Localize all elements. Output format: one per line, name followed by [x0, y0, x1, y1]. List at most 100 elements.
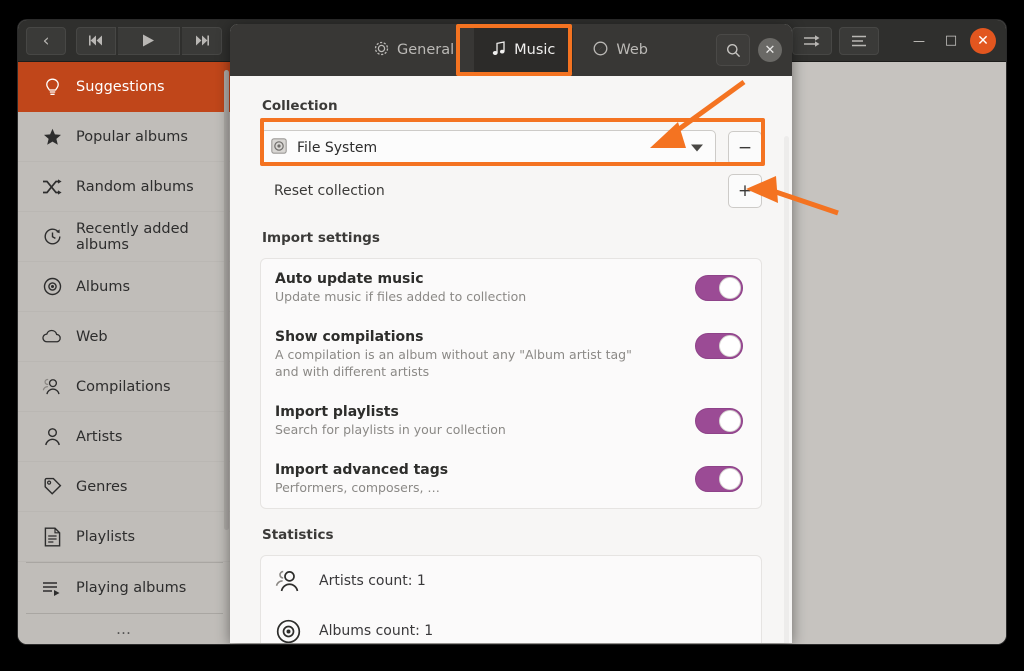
stat-label: Albums count: 1 [319, 623, 434, 640]
plus-icon: + [737, 180, 753, 201]
compass-icon [593, 41, 608, 60]
import-advanced-tags-toggle[interactable] [695, 466, 743, 492]
sidebar-item-genres[interactable]: Genres [18, 462, 231, 512]
import-settings-card: Auto update music Update music if files … [260, 258, 762, 510]
person-icon [42, 427, 62, 447]
dialog-scrollbar[interactable] [784, 136, 789, 643]
auto-update-music-toggle[interactable] [695, 275, 743, 301]
setting-row-show-compilations: Show compilations A compilation is an al… [261, 317, 761, 392]
setting-subtitle: Search for playlists in your collection [275, 421, 506, 437]
setting-row-import-playlists: Import playlists Search for playlists in… [261, 392, 761, 450]
sidebar-item-suggestions[interactable]: Suggestions [18, 62, 231, 112]
search-button[interactable] [716, 34, 750, 66]
previous-track-icon [89, 35, 102, 46]
sidebar-scrollbar[interactable] [224, 70, 229, 530]
disc-icon [275, 618, 301, 643]
toggle-knob [719, 277, 741, 299]
sidebar-item-label: Random albums [76, 178, 194, 195]
sidebar-more-button[interactable]: … [18, 614, 231, 644]
tab-label: General [396, 42, 455, 58]
stat-row-albums-count: Albums count: 1 [261, 606, 761, 643]
sidebar-item-playing-albums[interactable]: Playing albums [18, 563, 231, 613]
sidebar-item-artists[interactable]: Artists [18, 412, 231, 462]
sidebar-item-recently-added-albums[interactable]: Recently added albums [18, 212, 231, 262]
screenshot-root: ‹ — □ ✕ Suggestions Popular albums Rando… [0, 0, 1024, 671]
player-controls: ‹ [18, 26, 223, 55]
collection-combobox-value: File System [297, 140, 378, 156]
playlist-play-icon [42, 578, 62, 598]
sidebar-item-label: Albums [76, 278, 131, 295]
previous-track-button[interactable] [76, 26, 116, 55]
next-track-button[interactable] [182, 26, 222, 55]
shuffle-icon [42, 177, 62, 197]
menu-button[interactable] [839, 26, 879, 55]
tab-general[interactable]: General [356, 28, 472, 72]
window-close-button[interactable]: ✕ [970, 27, 996, 54]
maximize-icon: □ [944, 33, 958, 48]
sidebar-item-popular-albums[interactable]: Popular albums [18, 112, 231, 162]
chevron-down-icon [691, 144, 703, 152]
sidebar-item-label: Artists [76, 428, 123, 445]
chevron-left-icon: ‹ [42, 30, 50, 51]
sidebar-item-playlists[interactable]: Playlists [18, 512, 231, 562]
preferences-dialog: General Music Web ✕ Collection File Syst… [230, 24, 792, 643]
toggle-knob [719, 468, 741, 490]
toggle-knob [719, 335, 741, 358]
search-icon [726, 43, 740, 57]
tab-web[interactable]: Web [575, 28, 666, 72]
collection-combobox[interactable]: File System [260, 130, 716, 166]
sidebar-item-label: Popular albums [76, 128, 188, 145]
setting-title: Import playlists [275, 403, 399, 420]
close-icon: ✕ [764, 42, 776, 58]
import-playlists-toggle[interactable] [695, 407, 743, 434]
clock-icon [42, 227, 62, 247]
remove-collection-button[interactable]: − [728, 131, 762, 165]
sidebar-item-label: Playing albums [76, 580, 187, 596]
dialog-header-actions: ✕ [716, 24, 782, 76]
minus-icon: − [737, 137, 753, 158]
sidebar-item-label: Genres [76, 478, 128, 495]
minimize-button[interactable]: — [906, 28, 932, 54]
setting-text: Import playlists Search for playlists in… [275, 404, 695, 438]
setting-subtitle: Update music if files added to collectio… [275, 289, 527, 304]
sidebar-item-web[interactable]: Web [18, 312, 231, 362]
setting-text: Auto update music Update music if files … [275, 271, 695, 305]
setting-row-import-advanced-tags: Import advanced tags Performers, compose… [261, 450, 761, 508]
toggle-knob [719, 409, 741, 432]
maximize-button[interactable]: □ [938, 28, 964, 54]
dialog-header: General Music Web ✕ [230, 24, 792, 76]
setting-subtitle: Performers, composers, … [275, 480, 440, 495]
dialog-tabs: General Music Web [356, 28, 666, 72]
stat-row-artists-count: Artists count: 1 [261, 556, 761, 606]
tab-music[interactable]: Music [474, 28, 574, 72]
play-icon [143, 34, 154, 47]
sidebar-item-random-albums[interactable]: Random albums [18, 162, 231, 212]
cloud-icon [42, 327, 62, 347]
add-collection-button[interactable]: + [728, 174, 762, 208]
dialog-close-button[interactable]: ✕ [758, 38, 782, 62]
back-button[interactable]: ‹ [26, 26, 66, 55]
setting-subtitle: A compilation is an album without any "A… [275, 347, 632, 379]
play-button[interactable] [118, 26, 180, 55]
import-settings-heading: Import settings [262, 230, 380, 246]
sidebar-item-label: Suggestions [76, 79, 165, 95]
sidebar-item-compilations[interactable]: Compilations [18, 362, 231, 412]
setting-text: Show compilations A compilation is an al… [275, 329, 695, 380]
collection-heading: Collection [262, 98, 338, 114]
sidebar-item-albums[interactable]: Albums [18, 262, 231, 312]
show-compilations-toggle[interactable] [695, 333, 743, 360]
sidebar-item-label: Playlists [76, 528, 136, 545]
sidebar-more-label: … [116, 620, 133, 638]
sidebar-item-label: Web [76, 328, 108, 345]
music-note-icon [492, 40, 506, 60]
reset-collection-label[interactable]: Reset collection [274, 183, 385, 199]
statistics-heading: Statistics [262, 527, 334, 544]
disc-icon [42, 277, 62, 297]
star-icon [42, 127, 62, 147]
close-icon: ✕ [977, 32, 989, 49]
collection-row: File System − [260, 126, 762, 170]
statistics-card: Artists count: 1 Albums count: 1 [260, 555, 762, 643]
minimize-icon: — [913, 33, 925, 48]
queue-button[interactable] [792, 26, 832, 55]
tab-label: Web [616, 42, 649, 58]
